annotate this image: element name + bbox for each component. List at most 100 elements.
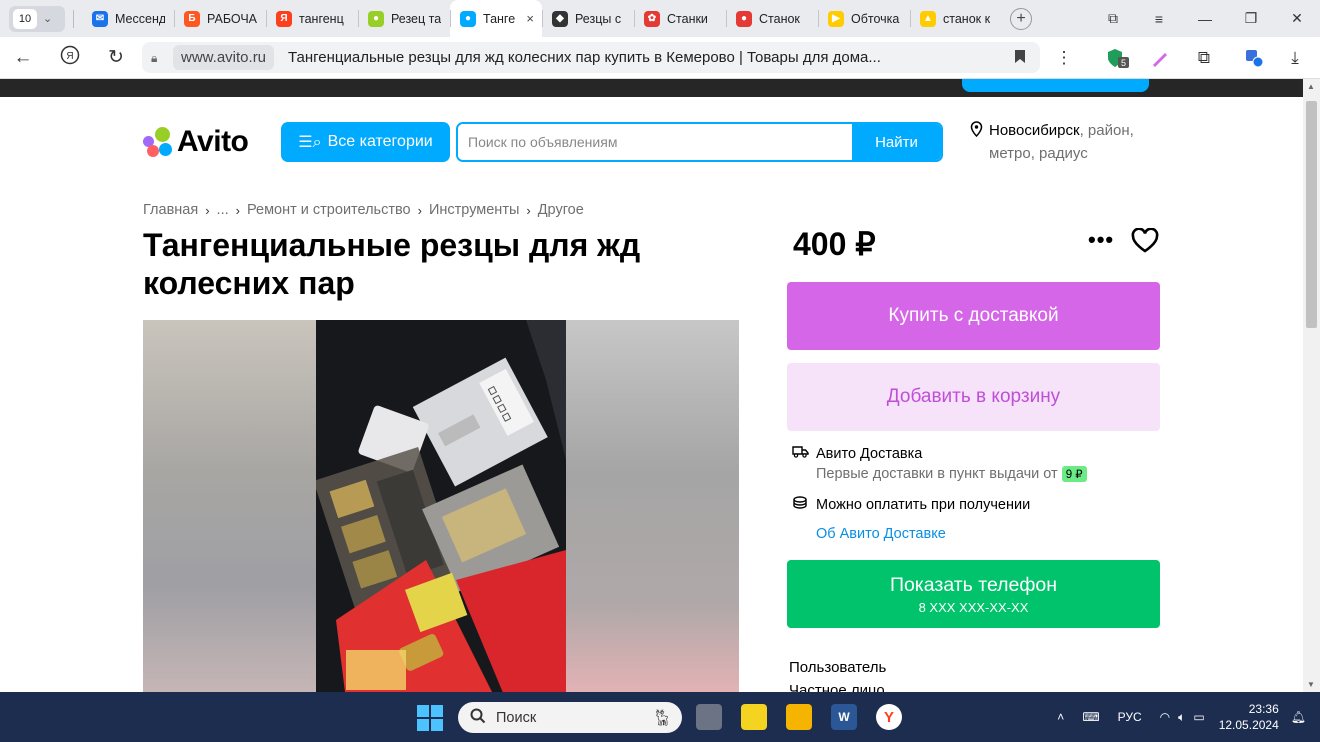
yandex-browser-icon[interactable]: Y bbox=[876, 704, 902, 730]
tab-manager-icon[interactable]: ⧉ bbox=[1090, 10, 1136, 27]
taskbar-clock[interactable]: 23:36 12.05.2024 bbox=[1219, 701, 1279, 733]
browser-tab-bar: 10 ⌄ ✉ Мессенд Б РАБОЧА Ятангенц ● Резец та ● Та… bbox=[0, 0, 1320, 37]
delivery-subtitle: Первые доставки в пункт выдачи от bbox=[816, 466, 1058, 482]
all-categories-label: Все категории bbox=[327, 133, 433, 150]
scroll-up-icon[interactable]: ▲ bbox=[1307, 82, 1315, 91]
taskbar-search-label: Поиск bbox=[496, 709, 537, 726]
location-city[interactable]: Новосибирск bbox=[989, 122, 1080, 139]
seller-name[interactable]: Пользователь bbox=[789, 656, 886, 679]
address-bar: ← Я ↻ 🔒︎ www.avito.ru Тангенциальные рез… bbox=[0, 37, 1320, 79]
about-delivery-link[interactable]: Об Авито Доставке bbox=[816, 526, 946, 542]
page-scrollbar[interactable]: ▲ ▼ bbox=[1303, 79, 1320, 692]
tab-favicon-icon: ● bbox=[460, 10, 476, 27]
browser-tab[interactable]: ◆ Резцы с bbox=[542, 0, 634, 37]
search-button[interactable]: Найти bbox=[852, 124, 941, 160]
reload-button[interactable]: ↻ bbox=[93, 46, 139, 69]
tab-title: Резец та bbox=[391, 11, 441, 26]
extension-badge: 5 bbox=[1121, 58, 1126, 68]
all-categories-button[interactable]: ☰⌕ Все категории bbox=[281, 122, 450, 162]
file-explorer-icon[interactable] bbox=[786, 704, 812, 730]
url-domain[interactable]: www.avito.ru bbox=[173, 45, 275, 70]
url-page-title[interactable]: Тангенциальные резцы для жд колесних пар… bbox=[288, 49, 978, 66]
location-district[interactable]: , район, bbox=[1080, 122, 1134, 139]
listing-photo-gallery[interactable] bbox=[143, 320, 739, 692]
menu-icon[interactable]: ≡ bbox=[1136, 11, 1182, 27]
breadcrumb-item[interactable]: Другое bbox=[538, 202, 584, 218]
breadcrumb: Главная › ... › Ремонт и строительство ›… bbox=[143, 202, 584, 218]
add-to-cart-button[interactable]: Добавить в корзину bbox=[787, 363, 1160, 431]
browser-tab[interactable]: ▲ станок к bbox=[910, 0, 1002, 37]
word-icon[interactable]: W bbox=[831, 704, 857, 730]
browser-tab[interactable]: ✿ Станки bbox=[634, 0, 726, 37]
delivery-info: Авито Доставка Первые доставки в пункт в… bbox=[792, 445, 1087, 482]
tab-title: станок к bbox=[943, 11, 991, 26]
show-phone-button[interactable]: Показать телефон 8 XXX XXX-XX-XX bbox=[787, 560, 1160, 628]
back-button[interactable]: ← bbox=[0, 47, 46, 69]
browser-tab[interactable]: ● Резец та bbox=[358, 0, 450, 37]
phone-masked: 8 XXX XXX-XX-XX bbox=[918, 599, 1029, 615]
wifi-icon[interactable]: ◠ bbox=[1160, 710, 1170, 724]
logo-dots-icon bbox=[143, 127, 173, 157]
new-tab-button[interactable]: + bbox=[1010, 7, 1032, 30]
browser-tab[interactable]: ● Танге × bbox=[450, 0, 542, 37]
show-phone-label: Показать телефон bbox=[889, 573, 1058, 596]
translate-icon[interactable] bbox=[1240, 37, 1268, 79]
close-window-button[interactable]: ✕ bbox=[1274, 10, 1320, 27]
favorite-heart-icon[interactable] bbox=[1131, 227, 1159, 258]
avito-logo[interactable]: Avito bbox=[143, 125, 249, 159]
listing-price: 400 ₽ bbox=[793, 226, 876, 262]
tab-favicon-icon: ● bbox=[368, 10, 384, 27]
volume-icon[interactable]: 🔈︎ bbox=[1178, 710, 1185, 725]
tabs-strip: ✉ Мессенд Б РАБОЧА Ятангенц ● Резец та ● Танге × ◆… bbox=[82, 0, 1002, 37]
browser-tab[interactable]: ▶ Обточка bbox=[818, 0, 910, 37]
scrollbar-thumb[interactable] bbox=[1306, 101, 1317, 328]
browser-tab[interactable]: Б РАБОЧА bbox=[174, 0, 266, 37]
windows-taskbar: Поиск 🦌︎ W Y ˄ ⌨ РУС ◠ 🔈︎ ▭ 23:36 12.05.… bbox=[0, 692, 1320, 742]
location-metro-radius[interactable]: метро, радиус bbox=[989, 145, 1088, 162]
post-ad-button[interactable] bbox=[962, 79, 1149, 92]
breadcrumb-item[interactable]: Инструменты bbox=[429, 202, 519, 218]
breadcrumb-item[interactable]: ... bbox=[217, 202, 229, 218]
tab-counter-button[interactable]: 10 ⌄ bbox=[9, 5, 65, 32]
download-icon[interactable]: ⤓ bbox=[1281, 37, 1309, 79]
pen-extension-icon[interactable] bbox=[1146, 37, 1174, 79]
more-options-icon[interactable]: ••• bbox=[1088, 227, 1114, 253]
breadcrumb-item[interactable]: Главная bbox=[143, 202, 198, 218]
task-view-icon[interactable] bbox=[696, 704, 722, 730]
listing-photo[interactable] bbox=[316, 320, 566, 692]
browser-tab[interactable]: ● Станок bbox=[726, 0, 818, 37]
protect-extension-icon[interactable]: 5 bbox=[1104, 37, 1132, 79]
chevron-right-icon: › bbox=[205, 202, 210, 218]
minimize-button[interactable]: — bbox=[1182, 11, 1228, 27]
scroll-down-icon[interactable]: ▼ bbox=[1307, 680, 1315, 689]
seller-info: Пользователь Частное лицо bbox=[789, 656, 886, 692]
location-selector[interactable]: Новосибирск, район, метро, радиус bbox=[970, 119, 1150, 165]
bookmark-icon[interactable] bbox=[1014, 49, 1026, 67]
chevron-right-icon: › bbox=[417, 202, 422, 218]
windows-start-icon[interactable] bbox=[417, 705, 443, 731]
clock-time: 23:36 bbox=[1248, 702, 1279, 716]
yandex-home-icon[interactable]: Я bbox=[47, 45, 93, 71]
more-options-icon[interactable]: ⋮ bbox=[1050, 37, 1078, 79]
taskbar-search[interactable]: Поиск 🦌︎ bbox=[458, 702, 682, 733]
breadcrumb-item[interactable]: Ремонт и строительство bbox=[247, 202, 411, 218]
notification-icon[interactable]: 🔔︎ bbox=[1291, 710, 1306, 724]
close-tab-icon[interactable]: × bbox=[526, 11, 534, 26]
maximize-button[interactable]: ❐ bbox=[1228, 10, 1274, 27]
buy-with-delivery-button[interactable]: Купить с доставкой bbox=[787, 282, 1160, 350]
keyboard-icon[interactable]: ⌨ bbox=[1082, 710, 1099, 724]
language-indicator[interactable]: РУС bbox=[1118, 710, 1142, 724]
search-input[interactable] bbox=[458, 124, 852, 160]
chevron-up-icon[interactable]: ˄ bbox=[1057, 710, 1064, 724]
tab-title: Мессенд bbox=[115, 11, 165, 26]
truck-icon bbox=[792, 445, 809, 462]
url-field[interactable]: 🔒︎ www.avito.ru Тангенциальные резцы для… bbox=[142, 42, 1040, 73]
browser-tab[interactable]: ✉ Мессенд bbox=[82, 0, 174, 37]
battery-icon[interactable]: ▭ bbox=[1193, 710, 1204, 724]
categories-search-icon: ☰⌕ bbox=[298, 134, 322, 151]
tab-favicon-icon: ◆ bbox=[552, 10, 568, 27]
sticky-notes-icon[interactable] bbox=[741, 704, 767, 730]
browser-tab[interactable]: Ятангенц bbox=[266, 0, 358, 37]
window-controls: ⧉ ≡ — ❐ ✕ bbox=[1090, 0, 1320, 37]
collections-icon[interactable]: ⧉ bbox=[1190, 37, 1218, 79]
